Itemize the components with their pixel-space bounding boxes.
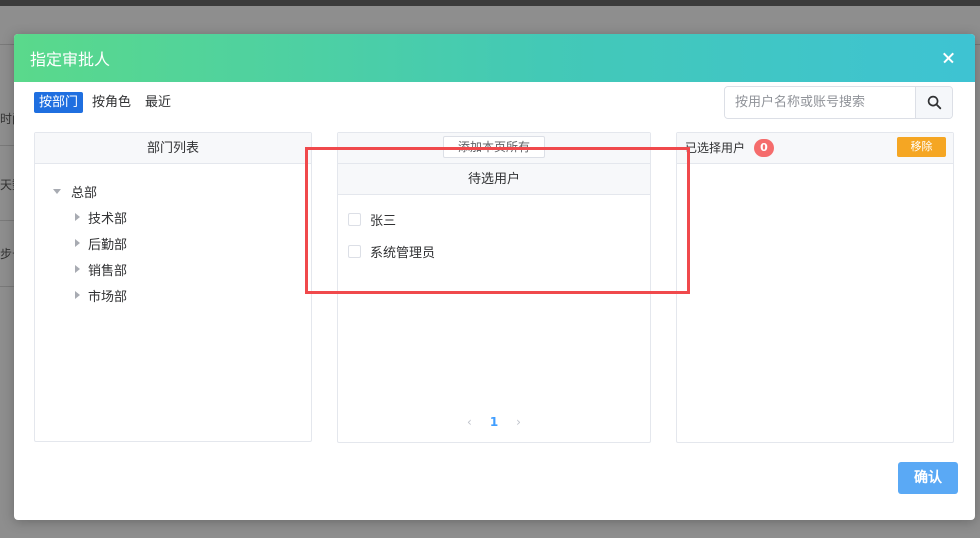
caret-down-icon [53,188,61,194]
search-button[interactable] [915,87,952,118]
user-checkbox[interactable] [348,244,361,258]
background-divider [975,44,980,45]
background-text: 天数 [0,178,14,192]
tree-node-sales[interactable]: 销售部 [51,256,311,282]
list-item-user-zhangsan[interactable]: 张三 [348,203,650,235]
caret-right-icon [75,213,80,221]
selected-count-badge: 0 [754,139,774,157]
add-all-button[interactable]: 添加本页所有 [443,136,545,158]
caret-right-icon [75,265,80,273]
candidate-panel-title: 待选用户 [338,164,650,195]
selected-panel: 已选择用户 0 移除 [676,132,954,443]
selected-panel-title: 已选择用户 [685,141,746,155]
page-number[interactable]: 1 [490,415,498,429]
search-input[interactable] [725,87,915,118]
tree-node-marketing[interactable]: 市场部 [51,282,311,308]
user-checkbox[interactable] [348,212,361,226]
tab-bar: 按部门 按角色 最近 [34,92,176,113]
background-divider [0,286,14,287]
search-icon [927,95,941,110]
background-topbar [0,0,980,6]
candidate-toolbar: 添加本页所有 [338,133,650,164]
tree-node-logistics[interactable]: 后勤部 [51,230,311,256]
dialog-title: 指定审批人 [30,50,111,69]
tree-node-label: 市场部 [88,289,128,305]
remove-button[interactable]: 移除 [897,137,946,157]
tree-node-label: 后勤部 [88,237,128,253]
background-divider [0,220,14,221]
background-text: 时间 [0,112,14,126]
department-tree: 总部 技术部 后勤部 销售部 市场部 [35,164,311,308]
confirm-button[interactable]: 确认 [898,462,958,494]
dialog-header: 指定审批人 [14,34,975,82]
department-panel: 部门列表 总部 技术部 后勤部 销售部 市场部 [34,132,312,442]
tree-node-root[interactable]: 总部 [51,178,311,204]
prev-page-icon[interactable]: ‹ [467,415,472,429]
selected-panel-header: 已选择用户 0 移除 [677,133,953,164]
approver-dialog: 指定审批人 按部门 按角色 最近 部门列表 总部 技术部 [14,34,975,520]
search-box [724,86,953,119]
tree-node-label: 销售部 [88,263,128,279]
tab-recent[interactable]: 最近 [140,92,176,113]
user-name: 系统管理员 [370,245,436,261]
tree-node-label: 总部 [71,185,98,201]
candidate-panel: 添加本页所有 待选用户 张三 系统管理员 ‹ 1 › [337,132,651,443]
tab-by-role[interactable]: 按角色 [87,92,136,113]
tab-by-department[interactable]: 按部门 [34,92,84,113]
background-divider [0,145,14,146]
candidate-user-list: 张三 系统管理员 [338,195,650,267]
caret-right-icon [75,291,80,299]
user-name: 张三 [370,213,397,229]
close-icon[interactable] [939,48,959,68]
caret-right-icon [75,239,80,247]
department-panel-title: 部门列表 [35,133,311,164]
tree-node-label: 技术部 [88,211,128,227]
background-text: 步号 [0,247,14,261]
next-page-icon[interactable]: › [516,415,521,429]
list-item-user-admin[interactable]: 系统管理员 [348,235,650,267]
tree-node-tech[interactable]: 技术部 [51,204,311,230]
background-divider [0,44,14,45]
pagination: ‹ 1 › [338,415,650,429]
